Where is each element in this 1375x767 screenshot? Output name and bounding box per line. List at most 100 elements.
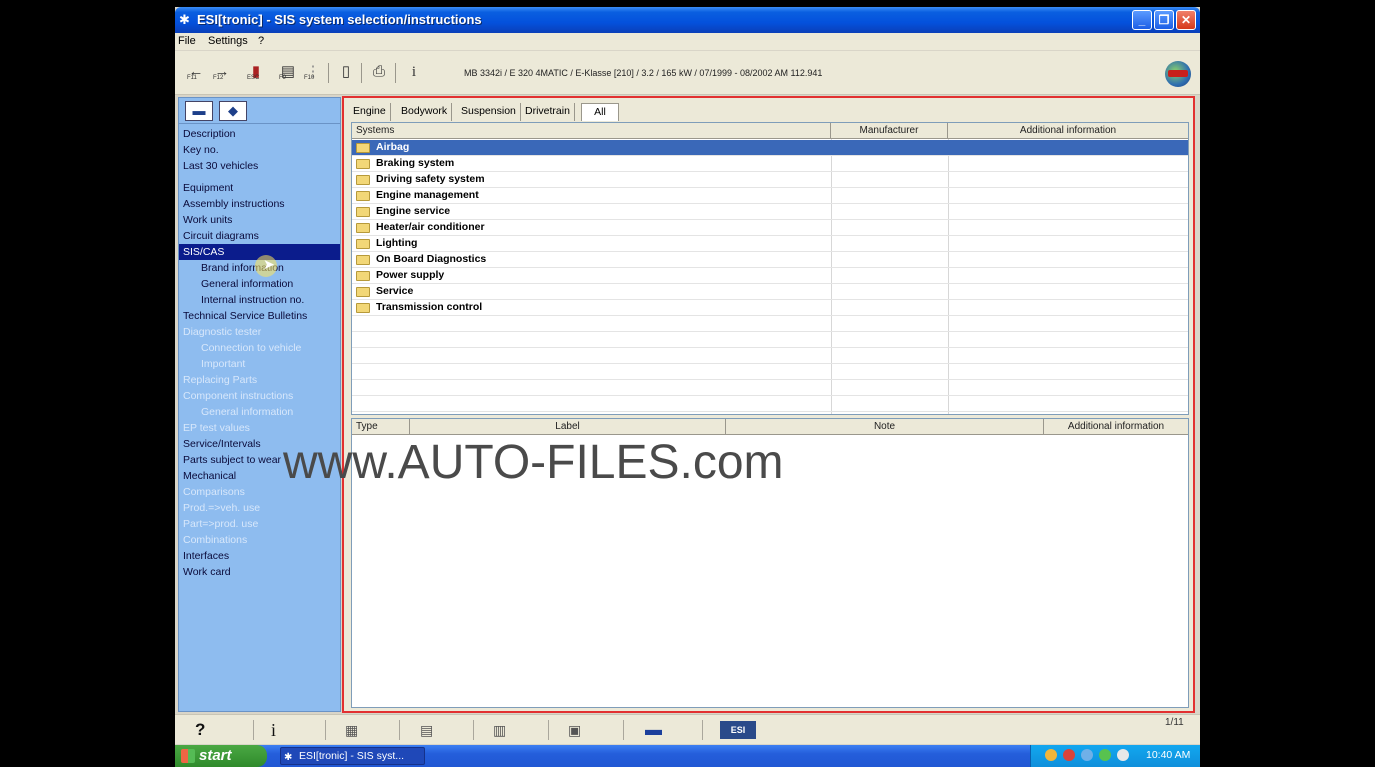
folder-icon (356, 271, 370, 281)
sidebar-item[interactable]: Diagnostic tester (183, 324, 261, 340)
sidebar-item[interactable]: Equipment (183, 180, 233, 196)
back-arrow-icon[interactable]: ← F11 (185, 61, 207, 83)
catalog-icon[interactable]: ▤ F9 (277, 61, 299, 83)
title-bar[interactable]: ✱ ESI[tronic] - SIS system selection/ins… (175, 7, 1200, 33)
sidebar-item[interactable]: Part=>prod. use (183, 516, 258, 532)
tab-bodywork[interactable]: Bodywork (397, 103, 453, 121)
folder-icon (356, 143, 370, 153)
security-icon[interactable] (1063, 749, 1075, 761)
taskbar-window-item[interactable]: ✱ ESI[tronic] - SIS syst... (280, 747, 425, 765)
folder-icon (356, 159, 370, 169)
col-systems[interactable]: Systems (352, 123, 831, 139)
system-label: Lighting (376, 237, 418, 249)
sidebar-item[interactable]: Circuit diagrams (183, 228, 259, 244)
tester-icon[interactable]: ▥ (493, 719, 506, 741)
sidebar-item[interactable]: Mechanical (183, 468, 236, 484)
sidebar-item[interactable]: Replacing Parts (183, 372, 257, 388)
system-label: Driving safety system (376, 173, 485, 185)
sidebar-item[interactable]: Component instructions (183, 388, 293, 404)
col-manufacturer[interactable]: Manufacturer (831, 123, 948, 139)
system-label: Service (376, 285, 414, 297)
table-row[interactable]: Lighting (352, 236, 1188, 252)
sidebar-item[interactable]: Combinations (183, 532, 247, 548)
sidebar-item[interactable]: Work card (183, 564, 231, 580)
menu-settings[interactable]: Settings (208, 35, 248, 47)
table-row[interactable]: Airbag (352, 140, 1188, 156)
menu-file[interactable]: File (178, 35, 196, 47)
sidebar-item[interactable]: Parts subject to wear (183, 452, 281, 468)
sidebar-item[interactable]: Assembly instructions (183, 196, 285, 212)
system-label: Heater/air conditioner (376, 221, 485, 233)
table-row[interactable]: Power supply (352, 268, 1188, 284)
system-label: Engine management (376, 189, 479, 201)
tab-suspension[interactable]: Suspension (457, 103, 521, 121)
bosch-globe-icon[interactable] (1165, 61, 1191, 87)
connection-icon[interactable] (1099, 749, 1111, 761)
col-label[interactable]: Label (410, 419, 726, 435)
tab-drivetrain[interactable]: Drivetrain (521, 103, 575, 121)
table-row[interactable]: Driving safety system (352, 172, 1188, 188)
sidebar-item[interactable]: General information (201, 276, 293, 292)
close-button[interactable]: ✕ (1176, 10, 1196, 30)
table-row[interactable]: Heater/air conditioner (352, 220, 1188, 236)
sidebar-item[interactable]: General information (201, 404, 293, 420)
sidebar-item[interactable]: Work units (183, 212, 232, 228)
document-icon[interactable]: ▯ (335, 61, 357, 83)
esi-logo-icon[interactable]: ESI (720, 721, 756, 739)
table-row[interactable]: Service (352, 284, 1188, 300)
col-detail-additional-info[interactable]: Additional information (1044, 419, 1188, 435)
maximize-button[interactable]: ❐ (1154, 10, 1174, 30)
table-row[interactable]: Transmission control (352, 300, 1188, 316)
info-icon[interactable]: i (271, 719, 276, 741)
sidebar-item[interactable]: EP test values (183, 420, 250, 436)
sidebar-item[interactable]: Internal instruction no. (201, 292, 304, 308)
schematic-icon[interactable]: ▤ (420, 719, 433, 741)
page-count: 1/11 (1165, 717, 1184, 728)
table-row[interactable]: Braking system (352, 156, 1188, 172)
network-icon[interactable] (1081, 749, 1093, 761)
help-icon[interactable]: ? (195, 719, 205, 741)
table-row (352, 396, 1188, 412)
tab-all[interactable]: All (581, 103, 619, 121)
app-icon: ✱ (284, 752, 293, 763)
col-additional-info[interactable]: Additional information (948, 123, 1188, 139)
sidebar-item[interactable]: Connection to vehicle (201, 340, 301, 356)
car-tab-icon[interactable]: ▬ (185, 101, 213, 121)
bottom-toolbar: ? i ▦ ▤ ▥ ▣ ▬ ESI 1/11 (175, 714, 1200, 744)
sidebar-item[interactable]: Prod.=>veh. use (183, 500, 260, 516)
sidebar-item[interactable]: Key no. (183, 142, 219, 158)
menu-help[interactable]: ? (258, 35, 264, 47)
mouse-pointer-icon: ➤ (263, 256, 275, 272)
shield-icon[interactable] (1045, 749, 1057, 761)
start-button[interactable]: start (175, 745, 267, 767)
table-row[interactable]: Engine service (352, 204, 1188, 220)
printer-icon[interactable]: ⎙ (368, 61, 390, 83)
network-icon[interactable]: ⋮ F10 (302, 61, 324, 83)
col-type[interactable]: Type (352, 419, 410, 435)
info-icon[interactable]: i (403, 61, 425, 83)
keypad-icon[interactable]: ▦ (345, 719, 358, 741)
component-tab-icon[interactable]: ◆ (219, 101, 247, 121)
table-row (352, 364, 1188, 380)
col-note[interactable]: Note (726, 419, 1044, 435)
table-row[interactable]: Engine management (352, 188, 1188, 204)
sidebar-item[interactable]: Interfaces (183, 548, 229, 564)
forward-arrow-icon[interactable]: → F12 (211, 61, 233, 83)
table-row[interactable]: On Board Diagnostics (352, 252, 1188, 268)
sidebar-item[interactable]: Comparisons (183, 484, 245, 500)
sidebar-item[interactable]: Description (183, 126, 236, 142)
volume-icon[interactable] (1117, 749, 1129, 761)
vehicle-icon[interactable]: ▬ (645, 719, 662, 741)
system-label: On Board Diagnostics (376, 253, 487, 265)
minimize-button[interactable]: _ (1132, 10, 1152, 30)
sidebar-item[interactable]: Technical Service Bulletins (183, 308, 307, 324)
system-label: Airbag (376, 141, 410, 153)
exit-icon[interactable]: ▮ ESC (245, 61, 267, 83)
sidebar-item[interactable]: Important (201, 356, 245, 372)
vehicle-info: MB 3342i / E 320 4MATIC / E-Klasse [210]… (464, 68, 823, 78)
sidebar-item[interactable]: Service/Intervals (183, 436, 261, 452)
toolbar-separator (328, 63, 329, 83)
parts-icon[interactable]: ▣ (568, 719, 581, 741)
sidebar-item[interactable]: Last 30 vehicles (183, 158, 258, 174)
tab-engine[interactable]: Engine (349, 103, 391, 121)
